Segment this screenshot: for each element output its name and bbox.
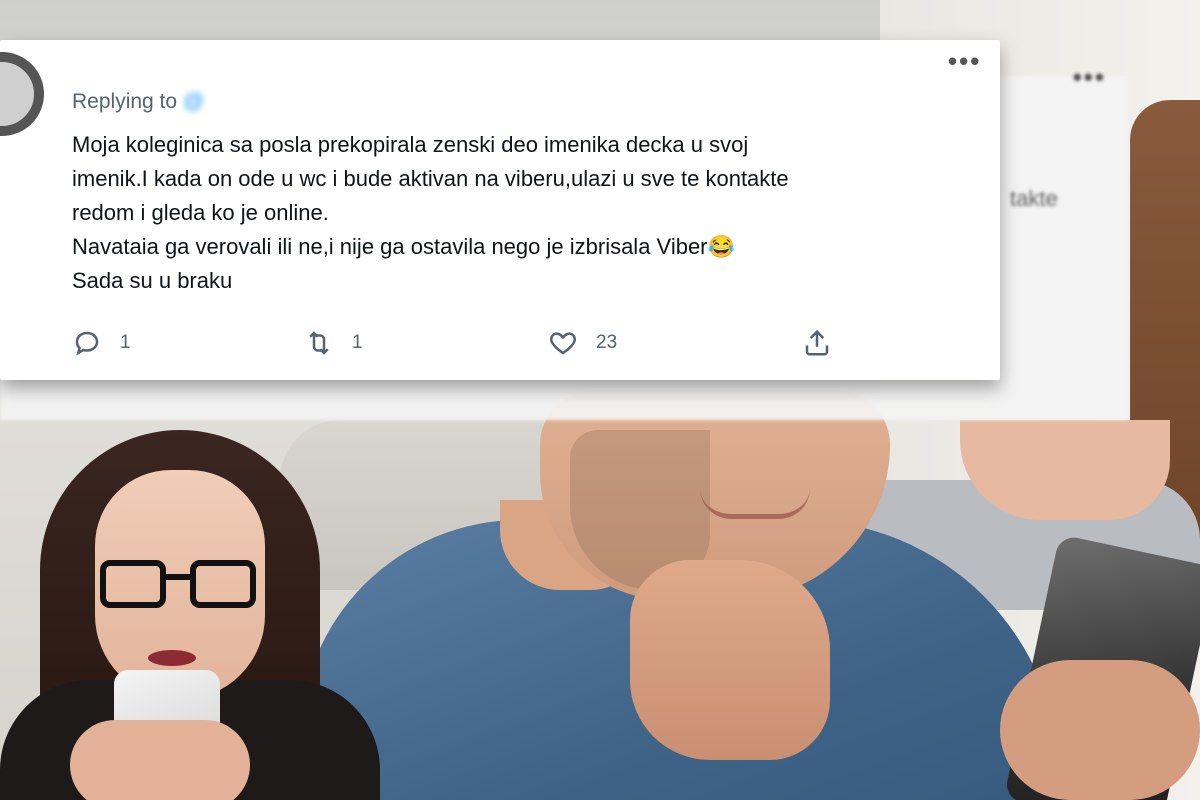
glasses	[100, 560, 260, 614]
man-hand-chin	[630, 560, 830, 760]
glasses-bridge	[164, 574, 192, 580]
tweet-actions: 1 1 23	[72, 328, 852, 362]
tweet-line-4: Navataia ga verovali ili ne,i nije ga os…	[72, 230, 952, 264]
like-button[interactable]: 23	[548, 328, 617, 358]
reply-handle-link[interactable]: @	[183, 90, 204, 113]
reply-button[interactable]: 1	[72, 328, 131, 358]
woman-hands	[70, 720, 250, 800]
avatar[interactable]	[0, 52, 44, 136]
reply-count: 1	[120, 332, 131, 353]
share-button[interactable]	[802, 328, 832, 358]
glasses-lens-left	[100, 560, 166, 608]
shadow-text: takte	[1010, 186, 1058, 211]
more-options-icon[interactable]: •••	[948, 46, 981, 77]
tweet-line-3: redom i gleda ko je online.	[72, 200, 329, 225]
share-icon	[805, 329, 829, 356]
tweet-text: Moja koleginica sa posla prekopirala zen…	[72, 128, 952, 298]
glasses-lens-right	[190, 560, 256, 608]
shadow-actions	[88, 376, 948, 406]
tweet-line-1: Moja koleginica sa posla prekopirala zen…	[72, 132, 749, 157]
author-name-obscured	[72, 54, 492, 74]
woman-lips	[148, 650, 196, 666]
heart-icon	[550, 332, 576, 355]
tweet-card: ••• Replying to @ Moja koleginica sa pos…	[0, 40, 1000, 380]
retweet-button[interactable]: 1	[304, 328, 363, 358]
retweet-count: 1	[352, 332, 363, 353]
like-count: 23	[596, 332, 618, 353]
replying-to-label: Replying to	[72, 90, 178, 113]
tweet-line-4-text: Navataia ga verovali ili ne,i nije ga os…	[72, 234, 708, 259]
laughing-emoji-icon: 😂	[707, 234, 735, 259]
more-options-icon: •••	[1072, 62, 1106, 92]
man-hand-phone	[1000, 660, 1200, 800]
tweet-line-5: Sada su u braku	[72, 268, 233, 293]
tweet-line-2: imenik.I kada on ode u wc i bude aktivan…	[72, 166, 789, 191]
retweet-icon	[309, 331, 329, 355]
man-smile	[700, 488, 810, 519]
replying-to: Replying to @	[72, 90, 204, 114]
reply-icon	[75, 331, 99, 356]
